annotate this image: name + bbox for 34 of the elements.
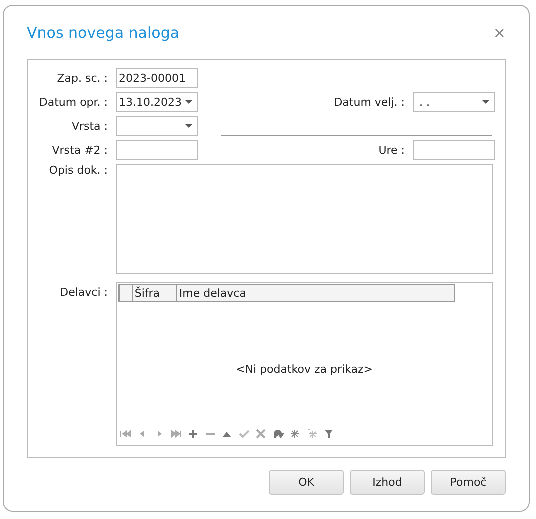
dropdown-field[interactable]: . . [413,92,495,112]
dropdown-field[interactable] [116,116,198,136]
plus-icon[interactable] [188,429,199,439]
asterisk-icon[interactable] [290,429,301,439]
dropdown-field[interactable]: 13.10.2023 [116,92,198,112]
dropdown-caret-icon[interactable] [185,100,193,104]
asterisk-icon[interactable] [307,429,318,439]
field-label: Zap. sc. : [56,72,109,84]
input-field[interactable]: 2023-00001 [116,68,198,88]
field-label: Datum opr. : [38,96,109,108]
last-icon[interactable] [171,429,182,439]
text-area[interactable] [116,164,493,274]
check-icon[interactable] [239,429,250,439]
input-field[interactable] [413,140,495,160]
dialog-button[interactable]: Izhod [350,470,425,495]
field-label: Vrsta : [70,120,109,132]
dialog-title: Vnos novega naloga [27,24,180,42]
dropdown-caret-icon[interactable] [482,100,490,104]
first-icon[interactable] [120,429,131,439]
dialog-button[interactable]: Pomoč [431,470,506,495]
input-field[interactable] [116,140,198,160]
field-label: Datum velj. : [333,96,406,108]
dialog-button[interactable]: OK [269,470,344,495]
cross-icon[interactable] [256,429,267,439]
close-button[interactable]: × [493,24,506,42]
column-header[interactable]: Ime delavca [176,285,454,301]
dropdown-caret-icon[interactable] [185,124,193,128]
field-label: Delavci : [59,286,109,299]
field-label: Ure : [378,144,406,156]
field-label: Opis dok. : [48,164,109,177]
filter-icon[interactable] [324,429,335,439]
field-label: Vrsta #2 : [51,144,109,156]
empty-message: <Ni podatkov za prikaz> [236,362,373,376]
column-header[interactable]: Šifra [132,285,176,301]
